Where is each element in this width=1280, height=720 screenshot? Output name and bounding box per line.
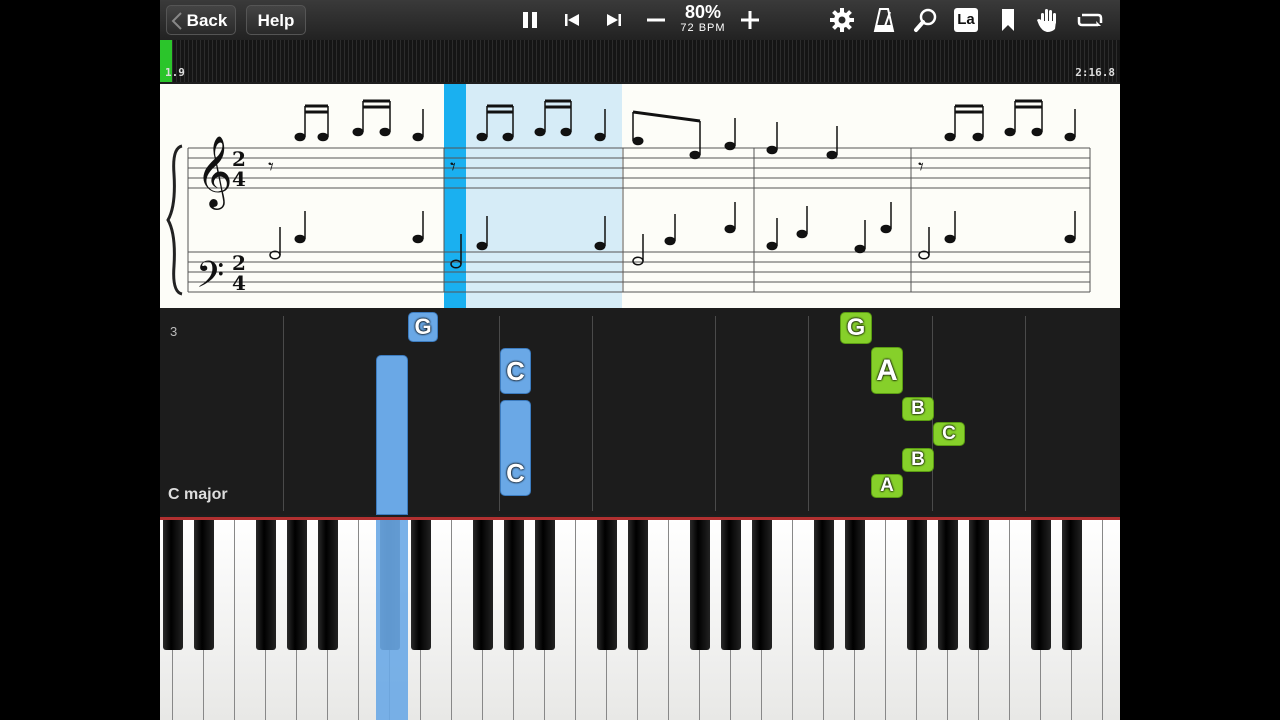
hand-icon[interactable]: [1032, 5, 1064, 35]
black-key[interactable]: [845, 520, 865, 650]
active-key-highlight: [376, 520, 408, 720]
svg-text:𝄾: 𝄾: [918, 155, 924, 180]
black-key[interactable]: [287, 520, 307, 650]
back-button[interactable]: Back: [166, 5, 236, 35]
total-duration: 2:16.8: [1075, 66, 1115, 79]
black-key[interactable]: [194, 520, 214, 650]
loop-icon[interactable]: [1074, 5, 1106, 35]
black-key[interactable]: [628, 520, 648, 650]
help-button[interactable]: Help: [246, 5, 306, 35]
falling-notes-roll: 3 C major G C C G A B C B A: [160, 310, 1120, 515]
falling-note: A: [871, 347, 903, 394]
gear-icon[interactable]: [826, 5, 858, 35]
black-key[interactable]: [721, 520, 741, 650]
bookmark-icon[interactable]: [992, 5, 1024, 35]
measure-number: 3: [170, 324, 178, 339]
skip-back-icon[interactable]: [556, 5, 588, 35]
falling-note: C: [933, 422, 965, 446]
falling-note: C: [500, 348, 531, 394]
black-key[interactable]: [907, 520, 927, 650]
falling-note-bar: [376, 355, 408, 515]
timeline-scrubber[interactable]: 1.9 2:16.8: [160, 40, 1120, 82]
svg-text:4: 4: [232, 271, 246, 295]
current-measure-highlight: [444, 84, 622, 308]
falling-note: G: [408, 312, 438, 342]
pause-icon[interactable]: [514, 5, 546, 35]
key-signature-label: C major: [168, 486, 228, 503]
black-key[interactable]: [1062, 520, 1082, 650]
falling-note: B: [902, 448, 934, 472]
piano-keyboard[interactable]: [160, 517, 1120, 720]
metronome-icon[interactable]: [868, 5, 900, 35]
magnifier-icon[interactable]: [910, 5, 942, 35]
svg-text:𝄞: 𝄞: [196, 134, 233, 210]
black-key[interactable]: [411, 520, 431, 650]
app-window: Back Help 80% 72 BPM La 1.9 2:16.8 𝄞 𝄢 2…: [160, 0, 1120, 720]
black-key[interactable]: [969, 520, 989, 650]
back-label: Back: [186, 11, 228, 30]
score-staves: 𝄞 𝄢 24 24 𝄾 𝄾 𝄾: [166, 84, 1091, 308]
back-arrow-icon: [171, 12, 182, 30]
black-key[interactable]: [535, 520, 555, 650]
black-key[interactable]: [814, 520, 834, 650]
speed-percent: 80%: [684, 2, 722, 22]
black-key[interactable]: [938, 520, 958, 650]
falling-note: G: [840, 312, 872, 344]
black-key[interactable]: [597, 520, 617, 650]
speed-up-icon[interactable]: [734, 5, 766, 35]
black-key[interactable]: [256, 520, 276, 650]
black-key[interactable]: [690, 520, 710, 650]
black-key[interactable]: [504, 520, 524, 650]
svg-text:𝄢: 𝄢: [196, 254, 224, 305]
svg-text:𝄾: 𝄾: [450, 155, 456, 180]
note-names-toggle[interactable]: La: [954, 8, 978, 32]
playhead-bar: [444, 84, 466, 308]
help-label: Help: [257, 11, 295, 30]
speed-display: 80% 72 BPM: [668, 2, 738, 34]
timeline-position: 1.9: [165, 66, 185, 79]
falling-note: C: [500, 400, 531, 496]
tempo-bpm: 72 BPM: [680, 22, 726, 34]
black-key[interactable]: [163, 520, 183, 650]
svg-text:4: 4: [232, 167, 246, 191]
black-key[interactable]: [318, 520, 338, 650]
toolbar: Back Help 80% 72 BPM La: [160, 0, 1120, 40]
black-key[interactable]: [473, 520, 493, 650]
white-key[interactable]: [1103, 520, 1120, 720]
sheet-music-score[interactable]: 𝄞 𝄢 24 24 𝄾 𝄾 𝄾: [160, 84, 1120, 308]
black-key[interactable]: [1031, 520, 1051, 650]
black-key[interactable]: [752, 520, 772, 650]
svg-text:𝄾: 𝄾: [268, 155, 274, 180]
skip-forward-icon[interactable]: [598, 5, 630, 35]
falling-note: A: [871, 474, 903, 498]
falling-note: B: [902, 397, 934, 421]
